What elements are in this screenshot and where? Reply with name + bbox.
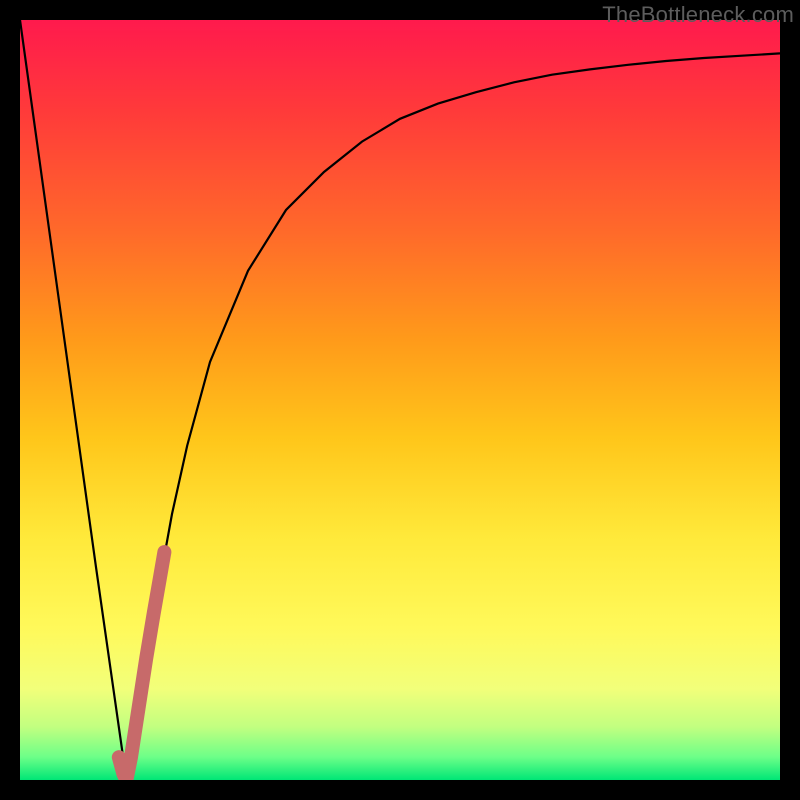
curve-layer bbox=[20, 20, 780, 780]
highlight-segment bbox=[119, 552, 165, 780]
chart-frame: TheBottleneck.com bbox=[0, 0, 800, 800]
bottleneck-curve bbox=[20, 20, 780, 780]
plot-area bbox=[20, 20, 780, 780]
